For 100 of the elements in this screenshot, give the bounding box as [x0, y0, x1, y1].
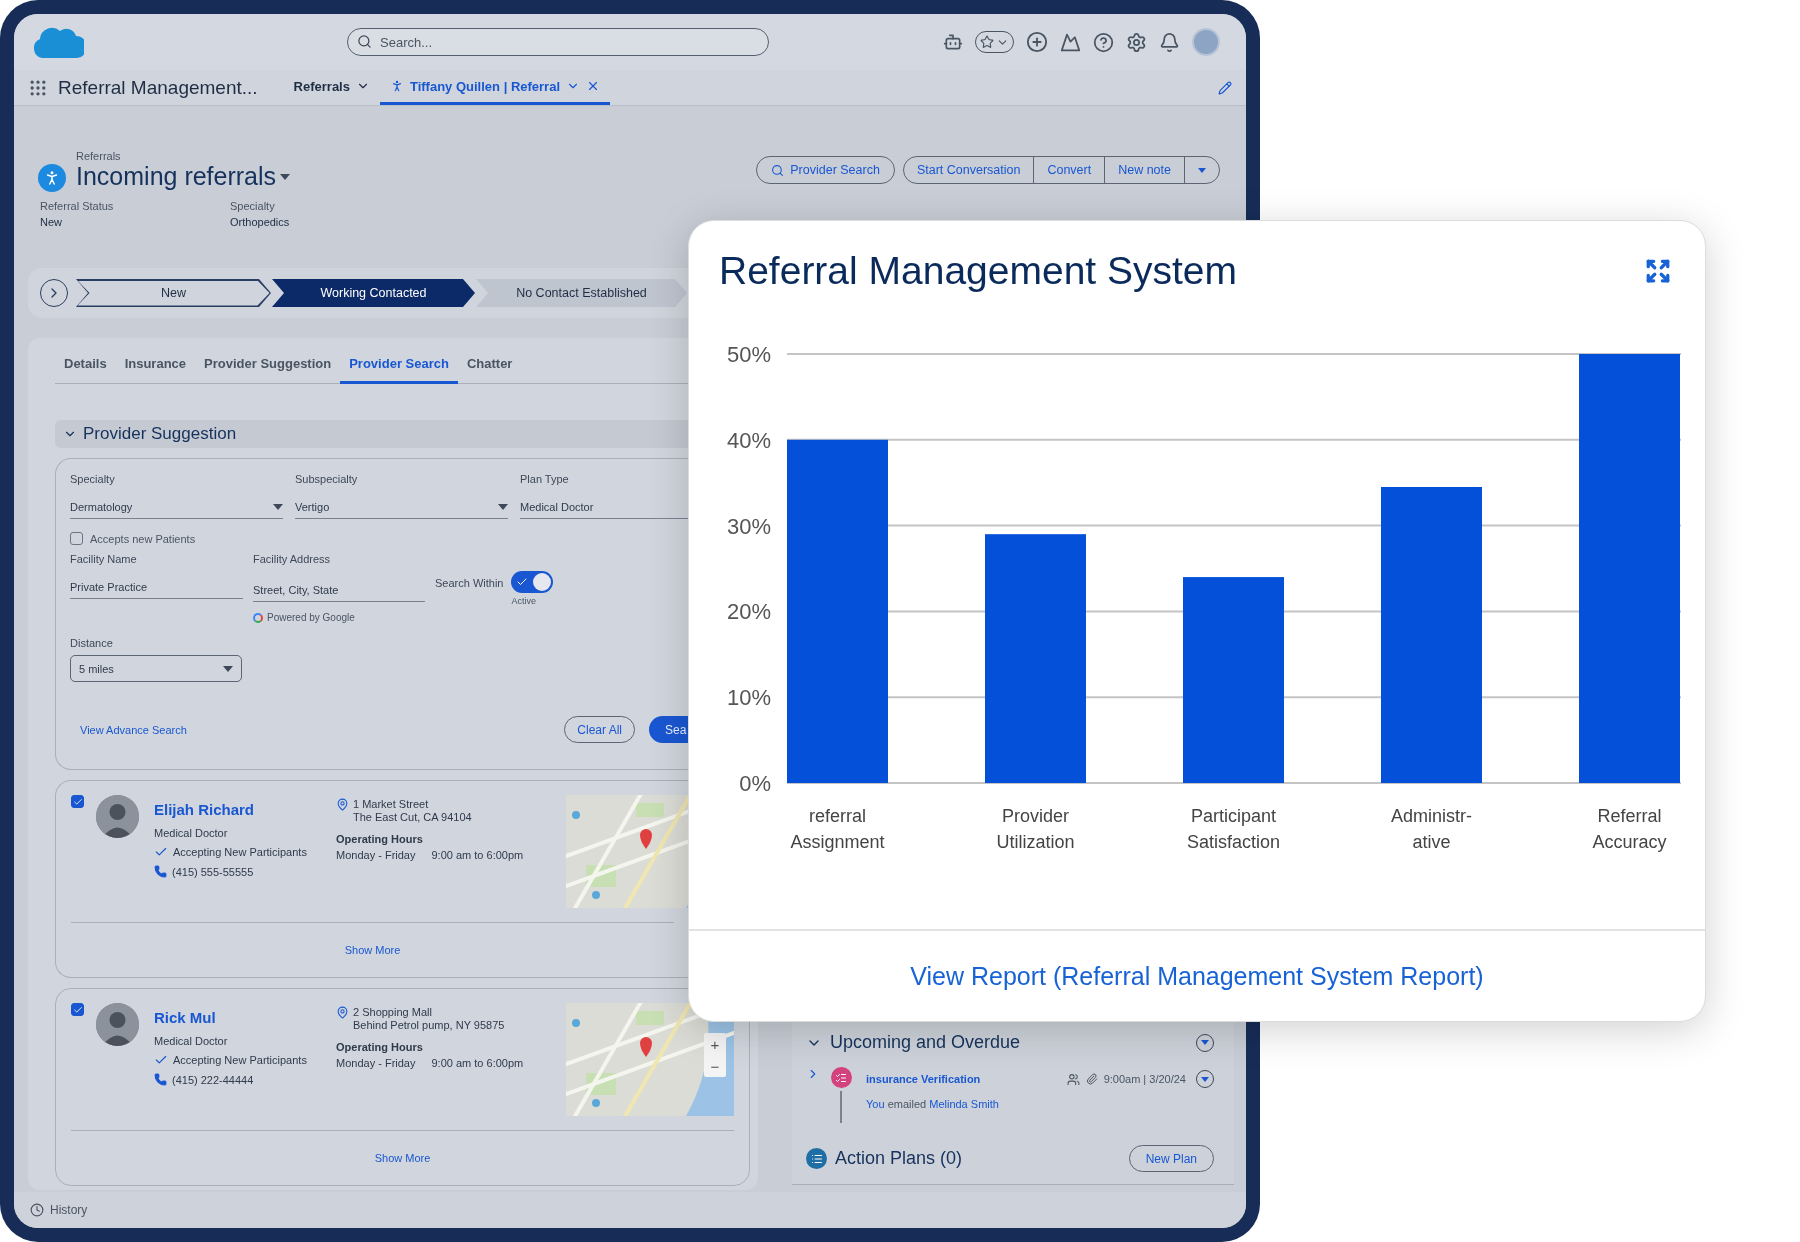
action-button[interactable]: Convert: [1033, 157, 1105, 183]
notifications-icon[interactable]: [1159, 31, 1180, 53]
path-stage[interactable]: New: [76, 279, 271, 307]
checkbox[interactable]: [70, 532, 83, 545]
avatar: [96, 1003, 139, 1046]
show-more-link[interactable]: Show More: [374, 1152, 431, 1164]
section-title: Action Plans (0): [835, 1148, 963, 1169]
field-label: Plan Type: [520, 473, 570, 485]
advanced-search-link[interactable]: View Advance Search: [80, 723, 187, 736]
axis-label: 40%: [726, 427, 771, 453]
caret-icon: [273, 503, 283, 510]
submit-button[interactable]: Sea: [649, 716, 689, 743]
axis-label: Provider Utilization: [995, 805, 1076, 854]
select-field[interactable]: Vertigo: [295, 495, 508, 519]
field-label: Specialty: [70, 473, 116, 485]
toggle[interactable]: [511, 571, 554, 593]
zoom-in-button[interactable]: +: [704, 1033, 726, 1055]
help-icon[interactable]: [1093, 31, 1114, 53]
select-field[interactable]: Dermatology: [70, 495, 283, 519]
checkbox-label: Accepts new Patients: [90, 532, 196, 545]
input-field[interactable]: Private Practice: [70, 575, 243, 599]
axis-label: Participant Satisfaction: [1185, 805, 1282, 854]
tab[interactable]: Chatter: [457, 356, 522, 384]
checkbox[interactable]: [71, 795, 84, 808]
zoom-out-button[interactable]: −: [704, 1055, 726, 1077]
tab[interactable]: Provider Suggestion: [195, 356, 341, 384]
axis-label: Administr-ative: [1390, 805, 1473, 854]
input-field[interactable]: Street, City, State: [253, 578, 425, 602]
caret-icon: [280, 173, 291, 180]
app-name: Referral Management...: [58, 76, 258, 99]
provider-name[interactable]: Elijah Richard: [154, 801, 336, 818]
axis-label: referral Assignment: [789, 805, 886, 854]
hours-text: 9:00 am to 6:00pm: [431, 1057, 524, 1069]
field-label: Facility Name: [70, 553, 138, 565]
avatar: [96, 795, 139, 838]
provider-role: Medical Doctor: [154, 1035, 229, 1047]
hours-label: Operating Hours: [336, 833, 424, 845]
tab[interactable]: Insurance: [115, 356, 196, 384]
field-label: Search Within: [435, 577, 504, 589]
card-title: Referral Management System: [719, 249, 1238, 293]
check-icon: [154, 845, 168, 859]
record-icon: [38, 164, 66, 192]
address-line: Behind Petrol pump, NY 95875: [353, 1019, 505, 1031]
hours-text: 9:00 am to 6:00pm: [431, 849, 524, 861]
field-label: Specialty: [230, 200, 276, 212]
attribution: Powered by Google: [253, 612, 425, 623]
contact-link[interactable]: Melinda Smith: [929, 1098, 999, 1110]
list-view-title[interactable]: Incoming referrals: [76, 162, 291, 191]
clock-icon: [30, 1203, 44, 1217]
task-icon: [830, 1067, 852, 1088]
action-button[interactable]: New note: [1104, 157, 1184, 183]
address-line: 1 Market Street: [353, 798, 430, 810]
axis-label: 0%: [739, 771, 771, 796]
phone-number: (415) 555-55555: [172, 865, 254, 878]
provider-name[interactable]: Rick Mul: [154, 1009, 336, 1026]
days-text: Monday - Friday: [336, 1057, 416, 1069]
user-link[interactable]: You: [866, 1098, 885, 1110]
axis-label: 10%: [726, 685, 771, 711]
add-icon[interactable]: [1026, 31, 1048, 53]
nav-tab[interactable]: Referrals: [283, 70, 380, 105]
phone-icon: [154, 1073, 167, 1086]
check-icon: [516, 576, 529, 588]
report-link[interactable]: View Report (Referral Management System Report): [910, 961, 1484, 991]
tab[interactable]: Details: [55, 356, 116, 384]
nav-tab[interactable]: Tiffany Quillen | Referral: [379, 70, 610, 105]
check-icon: [154, 1053, 168, 1067]
phone-icon: [154, 865, 167, 878]
robot-icon[interactable]: [943, 32, 963, 52]
axis-label: 50%: [726, 342, 771, 367]
address-line: 2 Shopping Mall: [353, 1006, 433, 1018]
path-stage[interactable]: Working Contacted: [272, 279, 475, 307]
mountain-icon[interactable]: [1060, 31, 1081, 53]
list-icon: [806, 1148, 827, 1169]
task-time: 9:00am | 3/20/24: [1103, 1073, 1186, 1085]
accepting-status: Accepting New Participants: [173, 1054, 307, 1066]
select-field[interactable]: 5 miles: [70, 655, 242, 682]
field-label: Facility Address: [253, 553, 332, 565]
field-value: Orthopedics: [230, 216, 291, 228]
section-header[interactable]: Provider Suggestion: [55, 420, 689, 448]
search-field[interactable]: Search...: [347, 28, 769, 56]
search-icon: [357, 34, 372, 49]
settings-icon[interactable]: [1126, 31, 1147, 53]
object-label: Referrals: [76, 150, 122, 162]
task-link[interactable]: insurance Verification: [866, 1073, 981, 1085]
show-more-link[interactable]: Show More: [344, 944, 401, 956]
history-button[interactable]: History: [50, 1203, 88, 1217]
field-label: Subspecialty: [295, 473, 359, 485]
expand-icon[interactable]: [1645, 258, 1671, 284]
checkbox[interactable]: [71, 1003, 84, 1016]
pin-icon: [336, 798, 349, 811]
search-icon: [771, 163, 785, 177]
section-title: Upcoming and Overdue: [830, 1032, 1021, 1053]
close-icon: [586, 79, 600, 93]
action-button[interactable]: Start Conversation: [903, 157, 1034, 183]
tab[interactable]: Provider Search: [340, 356, 458, 384]
path-stage[interactable]: No Contact Established: [476, 279, 687, 307]
axis-label: 20%: [726, 599, 771, 625]
activity-text: You emailed Melinda Smith: [866, 1098, 1000, 1110]
paperclip-icon: [1085, 1073, 1098, 1085]
accepting-status: Accepting New Participants: [173, 846, 307, 858]
